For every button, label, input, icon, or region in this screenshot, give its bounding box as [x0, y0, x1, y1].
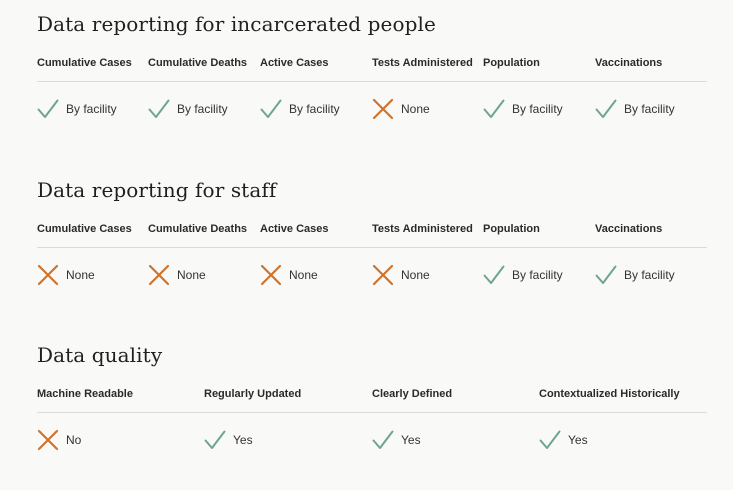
- section-title: Data quality: [37, 343, 163, 367]
- column-header: Machine Readable: [37, 388, 133, 400]
- column-header: Active Cases: [260, 223, 329, 235]
- check-icon: [37, 98, 59, 120]
- column-header: Clearly Defined: [372, 388, 453, 400]
- status-cell: By facility: [148, 97, 228, 121]
- cross-icon: [372, 98, 394, 120]
- status-cell: Yes: [539, 428, 588, 452]
- status-value: By facility: [66, 102, 117, 116]
- cross-icon: [37, 429, 59, 451]
- column-header: Cumulative Cases: [37, 57, 132, 69]
- check-icon: [148, 98, 170, 120]
- status-value: None: [401, 268, 430, 282]
- cross-icon: [37, 264, 59, 286]
- status-value: By facility: [512, 268, 563, 282]
- status-value: By facility: [624, 268, 675, 282]
- status-cell: None: [260, 263, 318, 287]
- column-headers: Cumulative Cases Cumulative Deaths Activ…: [37, 57, 707, 73]
- section-title: Data reporting for incarcerated people: [37, 12, 436, 36]
- status-value: None: [289, 268, 318, 282]
- check-icon: [483, 264, 505, 286]
- cross-icon: [148, 264, 170, 286]
- column-header: Regularly Updated: [204, 388, 302, 400]
- check-icon: [539, 429, 561, 451]
- check-icon: [483, 98, 505, 120]
- status-value: By facility: [289, 102, 340, 116]
- status-value: Yes: [233, 433, 253, 447]
- status-cell: By facility: [483, 97, 563, 121]
- check-icon: [204, 429, 226, 451]
- column-header: Contextualized Historically: [539, 388, 680, 400]
- cross-icon: [260, 264, 282, 286]
- status-value: By facility: [177, 102, 228, 116]
- values-row: By facility By facility By facility None…: [37, 97, 707, 121]
- status-cell: By facility: [37, 97, 117, 121]
- divider: [37, 81, 707, 82]
- check-icon: [372, 429, 394, 451]
- status-cell: Yes: [204, 428, 253, 452]
- status-cell: By facility: [595, 263, 675, 287]
- status-cell: By facility: [483, 263, 563, 287]
- column-header: Vaccinations: [595, 57, 663, 69]
- status-value: By facility: [512, 102, 563, 116]
- column-headers: Machine Readable Regularly Updated Clear…: [37, 388, 707, 404]
- column-header: Population: [483, 223, 540, 235]
- check-icon: [260, 98, 282, 120]
- status-value: Yes: [568, 433, 588, 447]
- column-header: Tests Administered: [372, 223, 473, 235]
- status-cell: None: [148, 263, 206, 287]
- status-value: No: [66, 433, 82, 447]
- column-headers: Cumulative Cases Cumulative Deaths Activ…: [37, 223, 707, 239]
- status-cell: None: [372, 263, 430, 287]
- column-header: Tests Administered: [372, 57, 473, 69]
- column-header: Cumulative Deaths: [148, 57, 248, 69]
- divider: [37, 247, 707, 248]
- column-header: Cumulative Cases: [37, 223, 132, 235]
- column-header: Population: [483, 57, 540, 69]
- status-cell: No: [37, 428, 81, 452]
- column-header: Active Cases: [260, 57, 329, 69]
- status-cell: Yes: [372, 428, 421, 452]
- status-cell: None: [372, 97, 430, 121]
- column-header: Cumulative Deaths: [148, 223, 248, 235]
- status-cell: By facility: [260, 97, 340, 121]
- status-value: None: [177, 268, 206, 282]
- cross-icon: [372, 264, 394, 286]
- status-cell: None: [37, 263, 95, 287]
- status-value: None: [66, 268, 95, 282]
- check-icon: [595, 264, 617, 286]
- divider: [37, 412, 707, 413]
- check-icon: [595, 98, 617, 120]
- section-title: Data reporting for staff: [37, 178, 277, 202]
- status-value: By facility: [624, 102, 675, 116]
- status-cell: By facility: [595, 97, 675, 121]
- status-value: Yes: [401, 433, 421, 447]
- values-row: No Yes Yes Yes: [37, 428, 707, 452]
- status-value: None: [401, 102, 430, 116]
- column-header: Vaccinations: [595, 223, 663, 235]
- values-row: None None None None By facility By facil…: [37, 263, 707, 287]
